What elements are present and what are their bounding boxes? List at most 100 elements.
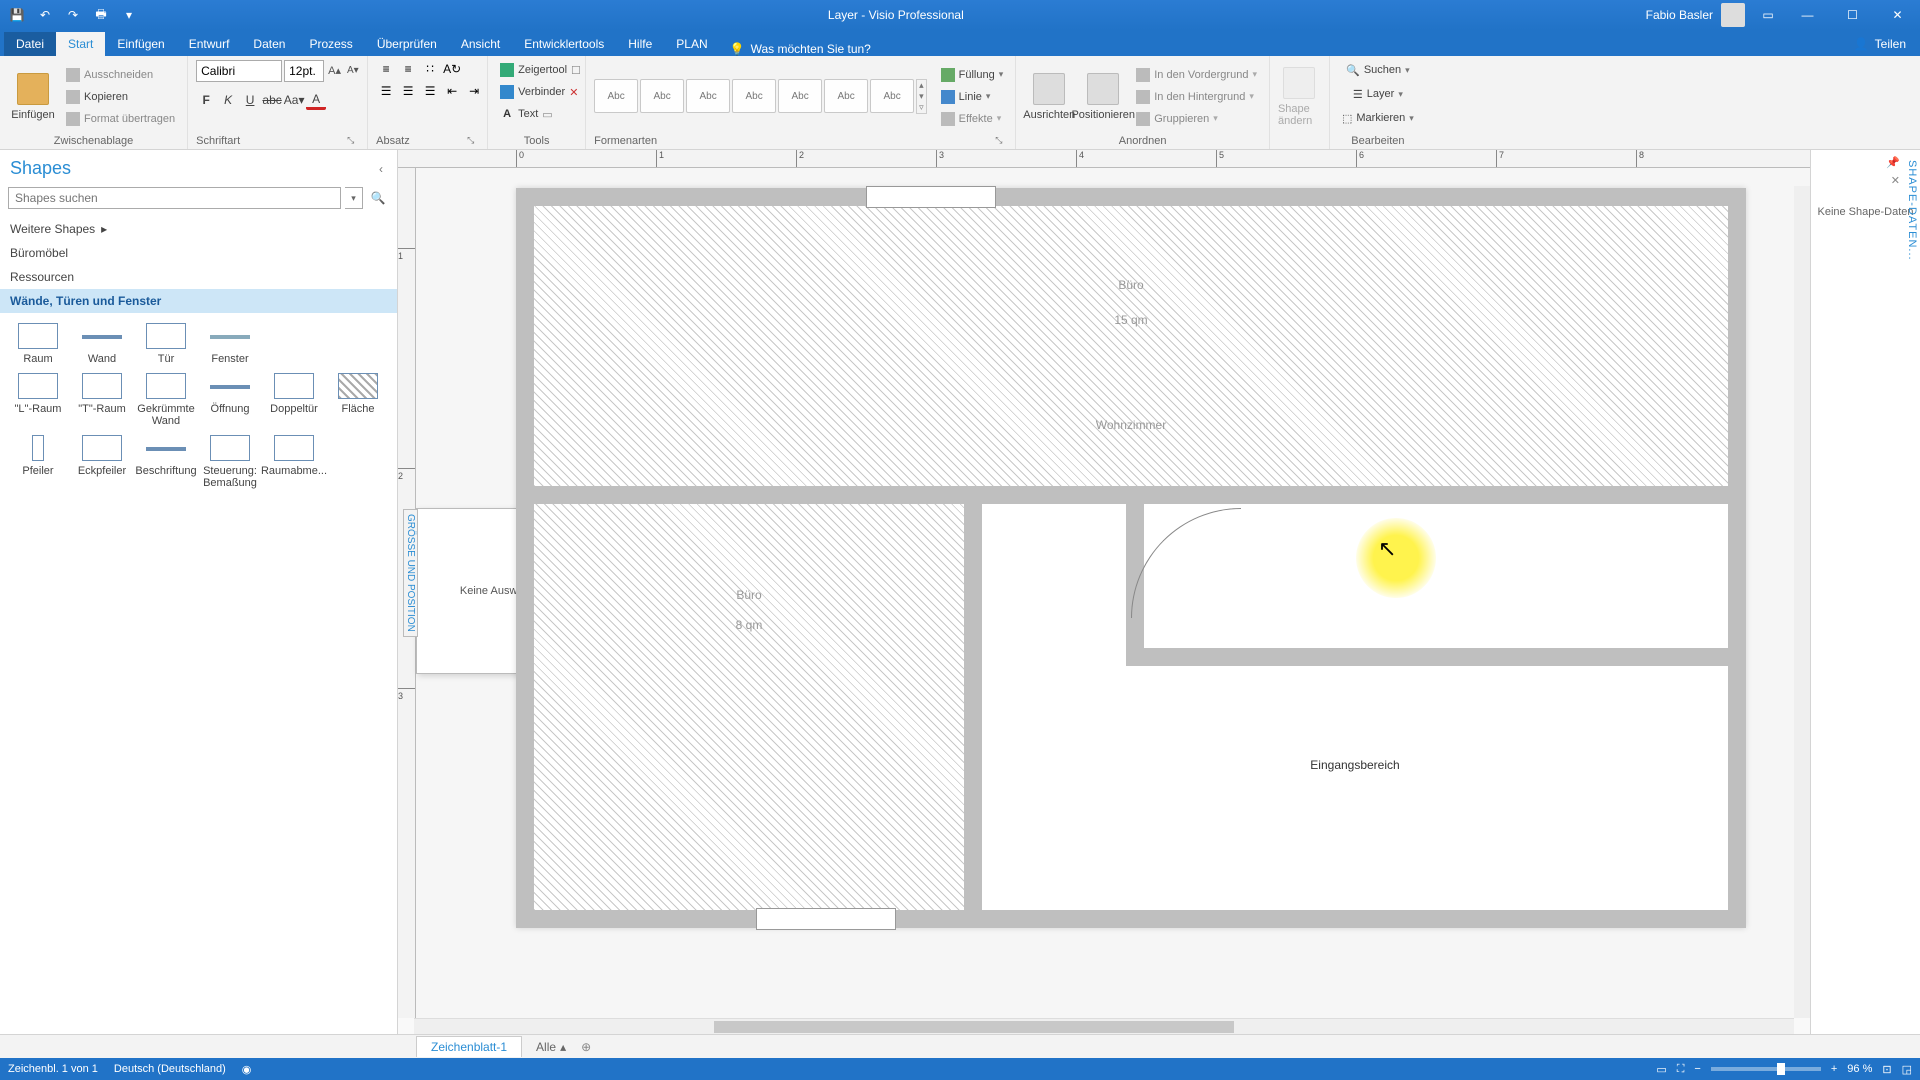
pan-zoom-icon[interactable]: ◲ (1902, 1063, 1912, 1076)
dec-indent-icon[interactable]: ⇤ (442, 82, 462, 100)
line-button[interactable]: Linie ▾ (937, 87, 1008, 107)
font-color-button[interactable]: A (306, 90, 326, 110)
dialog-launcher-icon[interactable]: ⤡ (995, 135, 1007, 147)
search-dropdown-icon[interactable]: ▾ (345, 187, 363, 209)
shape-curved-wall[interactable]: Gekrümmte Wand (134, 373, 198, 427)
gallery-up-icon[interactable]: ▴ (919, 80, 924, 91)
shape-double-door[interactable]: Doppeltür (262, 373, 326, 427)
shape-raum[interactable]: Raum (6, 323, 70, 365)
drawing-page[interactable]: Büro 15 qm Wohnzimmer Büro 8 qm Eingangs… (516, 188, 1746, 928)
shape-t-raum[interactable]: "T"-Raum (70, 373, 134, 427)
minimize-button[interactable]: — (1785, 0, 1830, 30)
sheet-tab-active[interactable]: Zeichenblatt-1 (416, 1036, 522, 1057)
pointer-tool-button[interactable]: Zeigertool☐ (496, 60, 585, 80)
more-shapes[interactable]: Weitere Shapes▸ (0, 217, 397, 241)
tell-me[interactable]: 💡 Was möchten Sie tun? (720, 42, 881, 56)
shape-tuer[interactable]: Tür (134, 323, 198, 365)
door-swing[interactable] (1131, 508, 1241, 618)
search-go-icon[interactable]: 🔍 (367, 187, 389, 209)
shape-area[interactable]: Fläche (326, 373, 390, 427)
ribbon-display-icon[interactable]: ▭ (1751, 8, 1785, 22)
shape-room-dims[interactable]: Raumabme... (262, 435, 326, 489)
tab-plan[interactable]: PLAN (664, 32, 719, 56)
shape-pillar[interactable]: Pfeiler (6, 435, 70, 489)
align-button[interactable]: Ausrichten (1024, 64, 1074, 130)
pin-icon[interactable]: 📌 (1886, 156, 1900, 169)
grow-font-icon[interactable]: A▴ (326, 60, 343, 82)
shape-wand[interactable]: Wand (70, 323, 134, 365)
stencil-item[interactable]: Ressourcen (0, 265, 397, 289)
qat-more-icon[interactable]: ▾ (118, 4, 140, 26)
room-buero-2[interactable] (534, 504, 964, 910)
zoom-level[interactable]: 96 % (1847, 1063, 1872, 1075)
align-right-icon[interactable]: ☰ (420, 82, 440, 100)
close-button[interactable]: ✕ (1875, 0, 1920, 30)
italic-button[interactable]: K (218, 90, 238, 110)
align-mid-icon[interactable]: ≡ (398, 60, 418, 78)
style-swatch[interactable]: Abc (778, 79, 822, 113)
tab-prozess[interactable]: Prozess (297, 32, 364, 56)
inc-indent-icon[interactable]: ⇥ (464, 82, 484, 100)
vertical-scrollbar[interactable] (1794, 186, 1810, 1018)
style-swatch[interactable]: Abc (824, 79, 868, 113)
tab-hilfe[interactable]: Hilfe (616, 32, 664, 56)
tab-einfuegen[interactable]: Einfügen (105, 32, 176, 56)
user-area[interactable]: Fabio Basler (1646, 3, 1751, 27)
shape-opening[interactable]: Öffnung (198, 373, 262, 427)
close-icon[interactable]: ✕ (1891, 174, 1900, 187)
format-painter-button[interactable]: Format übertragen (62, 109, 179, 129)
strike-button[interactable]: abc (262, 90, 282, 110)
align-center-icon[interactable]: ☰ (398, 82, 418, 100)
select-button[interactable]: ⬚Markieren ▾ (1338, 108, 1418, 128)
maximize-button[interactable]: ☐ (1830, 0, 1875, 30)
search-input[interactable] (8, 187, 341, 209)
shape-dimension-ctrl[interactable]: Steuerung: Bemaßung (198, 435, 262, 489)
shape-l-raum[interactable]: "L"-Raum (6, 373, 70, 427)
send-back-button[interactable]: In den Hintergrund ▾ (1132, 87, 1261, 107)
style-swatch[interactable]: Abc (870, 79, 914, 113)
gallery-down-icon[interactable]: ▾ (919, 91, 924, 102)
case-button[interactable]: Aa▾ (284, 90, 304, 110)
presentation-mode-icon[interactable]: ▭ (1656, 1063, 1666, 1076)
macro-record-icon[interactable]: ◉ (242, 1063, 252, 1076)
room-buero-1[interactable] (534, 206, 1728, 486)
style-swatch[interactable]: Abc (732, 79, 776, 113)
tab-start[interactable]: Start (56, 32, 105, 56)
tab-ansicht[interactable]: Ansicht (449, 32, 512, 56)
window-opening[interactable] (866, 186, 996, 208)
shape-data-pane[interactable]: Keine Shape-Daten SHAPE-DATEN... 📌 ✕ (1810, 150, 1920, 1034)
tab-ueberpruefen[interactable]: Überprüfen (365, 32, 449, 56)
save-icon[interactable]: 💾 (6, 4, 28, 26)
copy-button[interactable]: Kopieren (62, 87, 179, 107)
tab-datei[interactable]: Datei (4, 32, 56, 56)
all-sheets-button[interactable]: Alle▴ (526, 1037, 576, 1057)
fill-button[interactable]: Füllung ▾ (937, 65, 1008, 85)
text-tool-button[interactable]: AText▭ (496, 104, 557, 124)
dialog-launcher-icon[interactable]: ⤡ (467, 135, 479, 147)
window-opening[interactable] (756, 908, 896, 930)
zoom-out-button[interactable]: − (1694, 1063, 1700, 1075)
paste-button[interactable]: Einfügen (8, 64, 58, 130)
find-button[interactable]: 🔍Suchen ▾ (1342, 60, 1414, 80)
add-sheet-button[interactable]: ⊕ (576, 1037, 596, 1057)
fit-window-icon[interactable]: ⊡ (1882, 1063, 1891, 1076)
redo-icon[interactable]: ↷ (62, 4, 84, 26)
language-indicator[interactable]: Deutsch (Deutschland) (114, 1063, 226, 1075)
group-button[interactable]: Gruppieren ▾ (1132, 109, 1261, 129)
print-icon[interactable]: 🖶 (90, 4, 112, 26)
bring-front-button[interactable]: In den Vordergrund ▾ (1132, 65, 1261, 85)
undo-icon[interactable]: ↶ (34, 4, 56, 26)
horizontal-scrollbar[interactable] (414, 1018, 1794, 1034)
effects-button[interactable]: Effekte ▾ (937, 109, 1008, 129)
dialog-launcher-icon[interactable]: ⤡ (347, 135, 359, 147)
stencil-item-active[interactable]: Wände, Türen und Fenster (0, 289, 397, 313)
gallery-more-icon[interactable]: ▿ (919, 102, 924, 113)
cut-button[interactable]: Ausschneiden (62, 65, 179, 85)
tab-entwicklertools[interactable]: Entwicklertools (512, 32, 616, 56)
align-top-icon[interactable]: ≡ (376, 60, 396, 78)
tab-entwurf[interactable]: Entwurf (177, 32, 242, 56)
underline-button[interactable]: U (240, 90, 260, 110)
align-left-icon[interactable]: ☰ (376, 82, 396, 100)
bullets-icon[interactable]: ∷ (420, 60, 440, 78)
zoom-in-button[interactable]: + (1831, 1063, 1837, 1075)
